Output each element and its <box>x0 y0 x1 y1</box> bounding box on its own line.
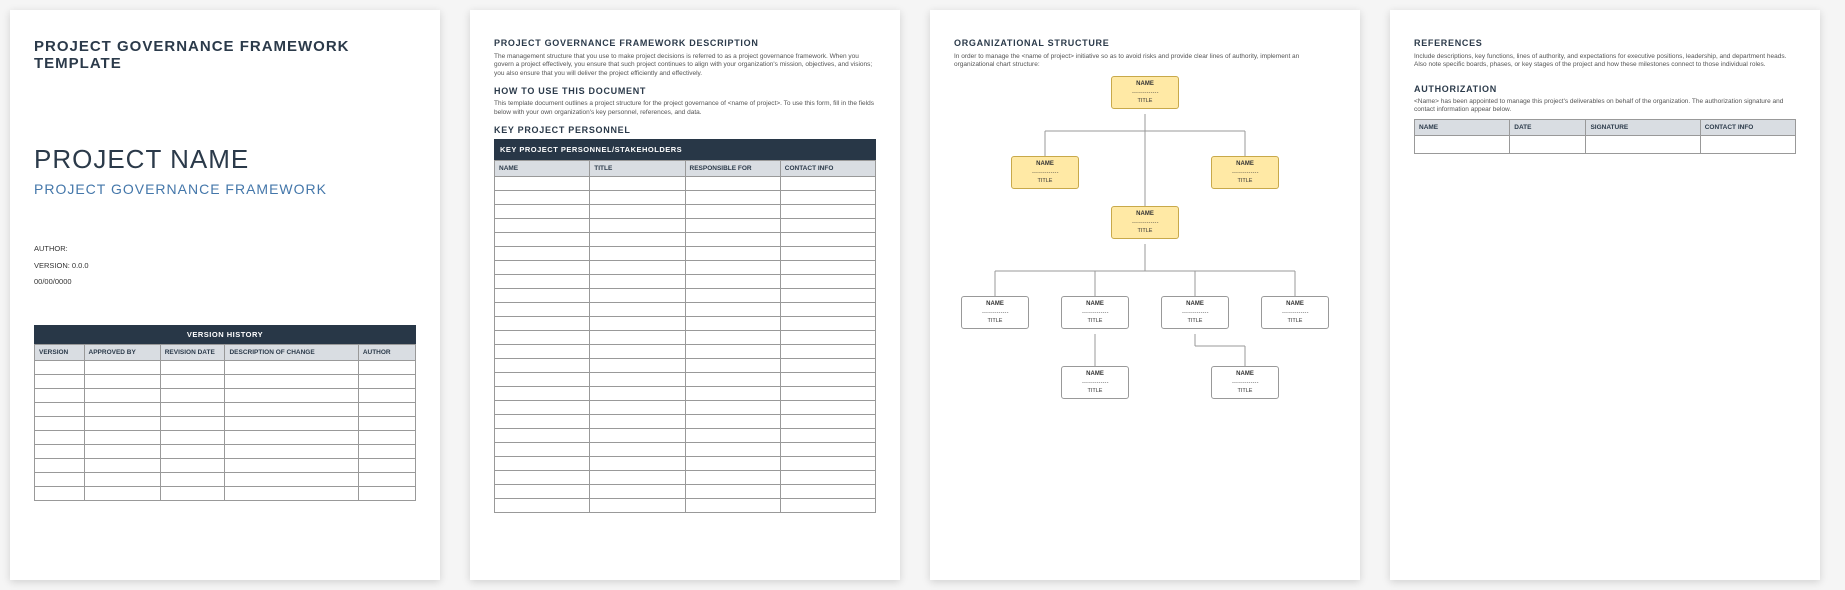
template-title: PROJECT GOVERNANCE FRAMEWORK TEMPLATE <box>34 38 416 72</box>
page-1-cover: PROJECT GOVERNANCE FRAMEWORK TEMPLATE PR… <box>10 10 440 580</box>
org-node-l2-center: NAME - - - - - - - - - - - - - TITLE <box>1111 206 1179 239</box>
version-history-table: VERSION APPROVED BY REVISION DATE DESCRI… <box>34 344 416 501</box>
table-row <box>495 205 876 219</box>
table-row <box>495 317 876 331</box>
table-row <box>35 430 416 444</box>
version-label: VERSION: 0.0.0 <box>34 258 416 275</box>
auth-col-name: NAME <box>1415 119 1510 135</box>
org-node-l4-2: NAME - - - - - - - - - - - - - TITLE <box>1211 366 1279 399</box>
auth-col-contact: CONTACT INFO <box>1700 119 1795 135</box>
table-row <box>495 177 876 191</box>
references-text: Include descriptions, key functions, lin… <box>1414 53 1796 70</box>
description-text: The management structure that you use to… <box>494 53 876 78</box>
table-row <box>495 345 876 359</box>
vh-col-revision-date: REVISION DATE <box>160 344 225 360</box>
vh-col-author: AUTHOR <box>358 344 415 360</box>
description-heading: PROJECT GOVERNANCE FRAMEWORK DESCRIPTION <box>494 38 876 48</box>
references-heading: REFERENCES <box>1414 38 1796 48</box>
project-name-heading: PROJECT NAME <box>34 144 416 175</box>
table-row <box>495 289 876 303</box>
table-row <box>495 429 876 443</box>
table-row <box>495 485 876 499</box>
authorization-heading: AUTHORIZATION <box>1414 84 1796 94</box>
table-row <box>35 374 416 388</box>
authorization-table: NAME DATE SIGNATURE CONTACT INFO <box>1414 119 1796 154</box>
table-row <box>495 415 876 429</box>
org-structure-text: In order to manage the <name of project>… <box>954 53 1336 70</box>
table-row <box>495 233 876 247</box>
org-node-l1-left: NAME - - - - - - - - - - - - - TITLE <box>1011 156 1079 189</box>
subtitle: PROJECT GOVERNANCE FRAMEWORK <box>34 181 416 197</box>
table-row <box>495 373 876 387</box>
table-row <box>495 303 876 317</box>
table-row <box>495 387 876 401</box>
table-row <box>1415 135 1796 153</box>
table-row <box>495 471 876 485</box>
table-row <box>35 402 416 416</box>
personnel-col-responsible: RESPONSIBLE FOR <box>685 161 780 177</box>
personnel-col-contact: CONTACT INFO <box>780 161 875 177</box>
page-3-org-structure: ORGANIZATIONAL STRUCTURE In order to man… <box>930 10 1360 580</box>
table-row <box>35 388 416 402</box>
org-node-l3-3: NAME - - - - - - - - - - - - - TITLE <box>1161 296 1229 329</box>
auth-col-signature: SIGNATURE <box>1586 119 1700 135</box>
vh-col-version: VERSION <box>35 344 85 360</box>
table-row <box>495 191 876 205</box>
personnel-heading: KEY PROJECT PERSONNEL <box>494 125 876 135</box>
table-row <box>35 360 416 374</box>
org-node-root: NAME - - - - - - - - - - - - - TITLE <box>1111 76 1179 109</box>
table-row <box>35 472 416 486</box>
org-structure-heading: ORGANIZATIONAL STRUCTURE <box>954 38 1336 48</box>
howto-heading: HOW TO USE THIS DOCUMENT <box>494 86 876 96</box>
org-chart: NAME - - - - - - - - - - - - - TITLE NAM… <box>954 76 1336 516</box>
personnel-col-title: TITLE <box>590 161 685 177</box>
auth-col-date: DATE <box>1510 119 1586 135</box>
table-row <box>495 401 876 415</box>
page-2-description: PROJECT GOVERNANCE FRAMEWORK DESCRIPTION… <box>470 10 900 580</box>
table-row <box>495 247 876 261</box>
table-row <box>495 261 876 275</box>
table-row <box>495 219 876 233</box>
personnel-table-title: KEY PROJECT PERSONNEL/STAKEHOLDERS <box>494 139 876 160</box>
table-row <box>35 444 416 458</box>
table-row <box>495 359 876 373</box>
table-row <box>35 486 416 500</box>
org-node-l3-4: NAME - - - - - - - - - - - - - TITLE <box>1261 296 1329 329</box>
table-row <box>495 499 876 513</box>
org-node-l3-2: NAME - - - - - - - - - - - - - TITLE <box>1061 296 1129 329</box>
org-node-l3-1: NAME - - - - - - - - - - - - - TITLE <box>961 296 1029 329</box>
org-node-l1-right: NAME - - - - - - - - - - - - - TITLE <box>1211 156 1279 189</box>
personnel-table: NAME TITLE RESPONSIBLE FOR CONTACT INFO <box>494 160 876 513</box>
table-row <box>35 458 416 472</box>
authorization-text: <Name> has been appointed to manage this… <box>1414 98 1796 115</box>
personnel-col-name: NAME <box>495 161 590 177</box>
author-label: AUTHOR: <box>34 241 416 258</box>
table-row <box>495 443 876 457</box>
table-row <box>35 416 416 430</box>
howto-text: This template document outlines a projec… <box>494 100 876 117</box>
vh-col-approved-by: APPROVED BY <box>84 344 160 360</box>
table-row <box>495 275 876 289</box>
table-row <box>495 331 876 345</box>
org-node-l4-1: NAME - - - - - - - - - - - - - TITLE <box>1061 366 1129 399</box>
version-history-title: VERSION HISTORY <box>34 325 416 344</box>
date-label: 00/00/0000 <box>34 274 416 291</box>
page-4-references: REFERENCES Include descriptions, key fun… <box>1390 10 1820 580</box>
vh-col-description: DESCRIPTION OF CHANGE <box>225 344 358 360</box>
table-row <box>495 457 876 471</box>
